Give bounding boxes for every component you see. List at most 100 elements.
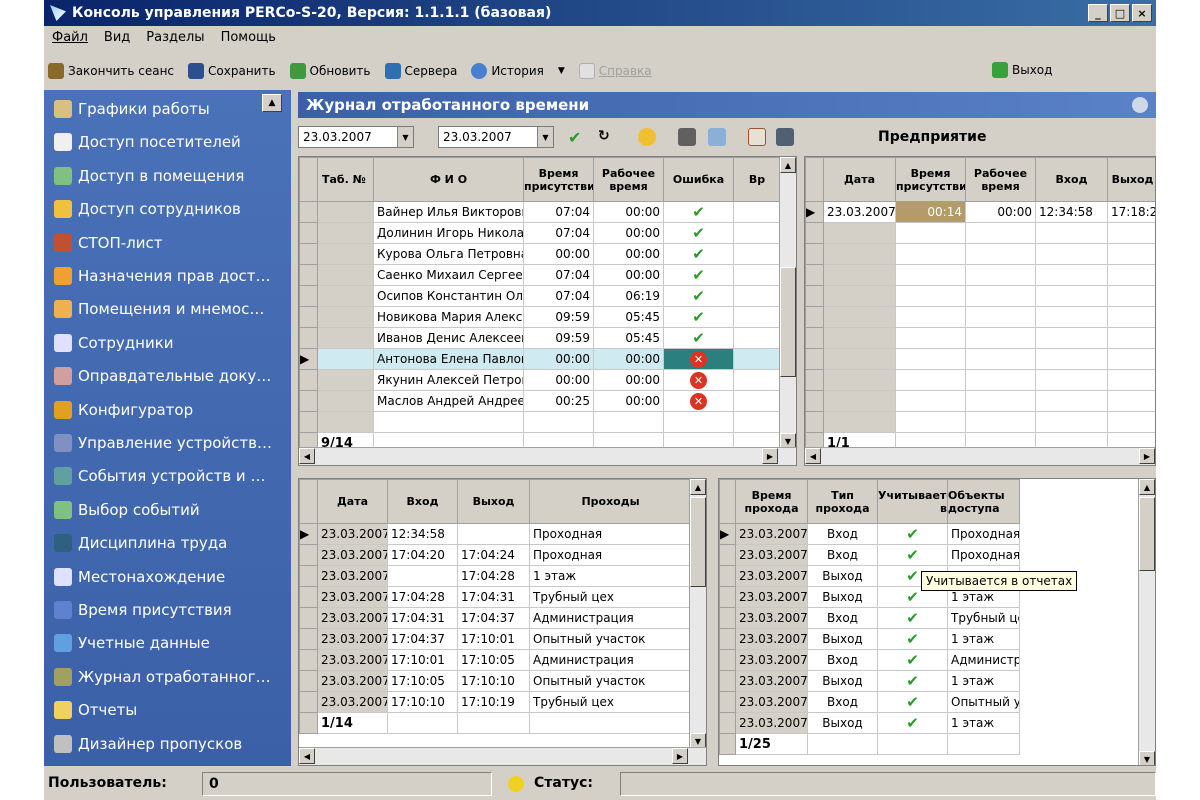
- table-row[interactable]: 23.03.2007Вход ✔ Опытный участок: [719, 691, 1020, 713]
- table-row[interactable]: Иванов Денис Алексеевич09:5905:45 ✔: [299, 327, 781, 349]
- menu-sections[interactable]: Разделы: [146, 30, 204, 45]
- table-row[interactable]: Саенко Михаил Сергеевич07:0400:00 ✔: [299, 264, 781, 286]
- sidebar-collapse-button[interactable]: ▲: [262, 94, 282, 112]
- table-row[interactable]: Долинин Игорь Николаевич07:0400:00 ✔: [299, 222, 781, 244]
- menu-file[interactable]: Файл: [52, 30, 88, 45]
- table-row[interactable]: 23.03.2007 Вход ✔ Проходная: [719, 544, 1020, 566]
- sidebar-item-7[interactable]: Помещения и мнемос…: [54, 296, 264, 322]
- column-header-pass-time[interactable]: Время прохода: [735, 479, 808, 524]
- refresh-button[interactable]: Обновить: [289, 63, 371, 79]
- sidebar-item-10[interactable]: Конфигуратор: [54, 397, 193, 423]
- toolbar-more-dropdown[interactable]: ▼: [558, 66, 565, 76]
- column-header-work-time[interactable]: Рабочее время: [593, 157, 664, 202]
- days-horizontal-scrollbar[interactable]: ◀ ▶: [805, 447, 1155, 465]
- table-row[interactable]: Маслов Андрей Андреевич00:2500:00 ✕: [299, 390, 781, 412]
- help-button[interactable]: Справка: [578, 63, 652, 79]
- export-icon[interactable]: [708, 128, 726, 146]
- column-header-passages[interactable]: Проходы: [529, 479, 692, 524]
- table-row[interactable]: 23.03.2007 17:04:28 17:04:31 Трубный цех: [299, 586, 692, 608]
- table-row[interactable]: 23.03.2007Вход ✔ Администрация: [719, 649, 1020, 671]
- sidebar-item-17[interactable]: Учетные данные: [54, 630, 210, 656]
- column-header-access-objects[interactable]: Объекты доступа: [947, 479, 1020, 524]
- table-row[interactable]: 23.03.2007 17:10:01 17:10:05 Администрация: [299, 649, 692, 671]
- recalculate-icon[interactable]: ↻: [598, 128, 616, 146]
- close-button[interactable]: ×: [1132, 4, 1152, 22]
- date-to-picker[interactable]: 23.03.2007 ▼: [438, 126, 554, 148]
- sidebar-item-14[interactable]: Дисциплина труда: [54, 530, 227, 556]
- panel-pin-icon[interactable]: [1132, 97, 1148, 113]
- column-header-work-time[interactable]: Рабочее время: [965, 157, 1036, 202]
- table-row[interactable]: 23.03.2007 Выход ✔ 1 этаж: [719, 670, 1020, 692]
- table-row[interactable]: ▶ 23.03.2007 00:14 00:00 12:34:58 17:18:2: [805, 201, 1155, 223]
- sidebar-item-11[interactable]: Управление устройств…: [54, 430, 272, 456]
- sidebar-item-16[interactable]: Время присутствия: [54, 597, 232, 623]
- table-row[interactable]: Вайнер Илья Викторович 07:04 00:00 ✔: [299, 201, 781, 223]
- table-row[interactable]: ▶ 23.03.2007 12:34:58 Проходная: [299, 523, 692, 545]
- minimize-button[interactable]: _: [1088, 4, 1108, 22]
- table-row[interactable]: ▶Антонова Елена Павловна00:0000:00✕: [299, 348, 781, 370]
- intervals-vertical-scrollbar[interactable]: ▲ ▼: [689, 479, 706, 749]
- column-header-presence[interactable]: Время присутствия: [895, 157, 966, 202]
- enterprise-label[interactable]: Предприятие: [878, 129, 986, 145]
- table-row[interactable]: Якунин Алексей Петрович00:0000:00✕: [299, 369, 781, 391]
- servers-button[interactable]: Сервера: [384, 63, 457, 79]
- table-row[interactable]: Курова Ольга Петровна 00:00 00:00 ✔: [299, 243, 781, 265]
- column-header-time[interactable]: Вр: [733, 157, 781, 202]
- column-header-fio[interactable]: Ф И О: [373, 157, 524, 202]
- sidebar-item-20[interactable]: Дизайнер пропусков: [54, 731, 242, 757]
- column-header-date[interactable]: Дата: [317, 479, 388, 524]
- column-header-pass-type[interactable]: Тип прохода: [807, 479, 878, 524]
- passes-vertical-scrollbar[interactable]: ▲ ▼: [1138, 479, 1155, 765]
- history-button[interactable]: История: [471, 63, 544, 79]
- sidebar-item-9[interactable]: Оправдательные доку…: [54, 363, 271, 389]
- column-header-tab-no[interactable]: Таб. №: [317, 157, 374, 202]
- table-row[interactable]: 23.03.2007 17:04:37 17:10:01 Опытный участо…: [299, 628, 692, 650]
- document-icon[interactable]: [748, 128, 766, 146]
- menu-help[interactable]: Помощь: [221, 30, 276, 45]
- table-row[interactable]: ▶ 23.03.2007 Вход ✔ Проходная: [719, 523, 1020, 545]
- table-row[interactable]: 23.03.2007 17:10:10 17:10:19 Трубный цех: [299, 691, 692, 713]
- save-button[interactable]: Сохранить: [188, 63, 276, 79]
- menu-view[interactable]: Вид: [104, 30, 130, 45]
- sidebar-item-8[interactable]: Сотрудники: [54, 330, 174, 356]
- sidebar-item-3[interactable]: Доступ в помещения: [54, 163, 244, 189]
- employees-horizontal-scrollbar[interactable]: ◀ ▶: [299, 447, 796, 465]
- filter-settings-icon[interactable]: [776, 128, 794, 146]
- column-header-error[interactable]: Ошибка: [663, 157, 734, 202]
- apply-check-icon[interactable]: ✔: [568, 128, 586, 147]
- column-header-counted-in[interactable]: Учитывается в: [877, 479, 948, 524]
- maximize-button[interactable]: □: [1110, 4, 1130, 22]
- sidebar-item-15[interactable]: Местонахождение: [54, 564, 225, 590]
- exit-button[interactable]: Выход: [992, 62, 1052, 78]
- sidebar-item-19[interactable]: Отчеты: [54, 697, 137, 723]
- table-row[interactable]: 23.03.2007 Выход ✔ 1 этаж: [719, 712, 1020, 734]
- table-row[interactable]: Новикова Мария Алексеевна09:5905:45 ✔: [299, 306, 781, 328]
- sidebar-item-13[interactable]: Выбор событий: [54, 497, 200, 523]
- sidebar-item-4[interactable]: Доступ сотрудников: [54, 196, 241, 222]
- column-header-out[interactable]: Выход: [1107, 157, 1155, 202]
- table-row[interactable]: Осипов Константин Олегович07:0406:19 ✔: [299, 285, 781, 307]
- end-session-button[interactable]: Закончить сеанс: [48, 63, 174, 79]
- table-row[interactable]: 23.03.2007 17:04:28 1 этаж: [299, 565, 692, 587]
- intervals-horizontal-scrollbar[interactable]: ◀ ▶: [299, 747, 706, 765]
- column-header-presence[interactable]: Время присутствия: [523, 157, 594, 202]
- date-from-picker[interactable]: 23.03.2007 ▼: [298, 126, 414, 148]
- sidebar-item-2[interactable]: Доступ посетителей: [54, 129, 241, 155]
- sidebar-item-18[interactable]: Журнал отработанног…: [54, 664, 271, 690]
- sidebar-item-5[interactable]: СТОП-лист: [54, 230, 162, 256]
- sidebar-item-1[interactable]: Графики работы: [54, 96, 210, 122]
- column-header-out[interactable]: Выход: [457, 479, 530, 524]
- sidebar-item-12[interactable]: События устройств и …: [54, 463, 265, 489]
- table-row[interactable]: 23.03.2007 Выход ✔ 1 этаж: [719, 628, 1020, 650]
- column-header-date[interactable]: Дата: [823, 157, 896, 202]
- table-row[interactable]: 23.03.2007 17:04:31 17:04:37 Администрация: [299, 607, 692, 629]
- print-icon[interactable]: [678, 128, 696, 146]
- column-header-in[interactable]: Вход: [1035, 157, 1108, 202]
- clock-icon[interactable]: [638, 128, 656, 146]
- table-row[interactable]: 23.03.2007 17:10:05 17:10:10 Опытный участо…: [299, 670, 692, 692]
- employees-vertical-scrollbar[interactable]: ▲ ▼: [779, 157, 796, 449]
- table-row[interactable]: 23.03.2007 17:04:20 17:04:24 Проходная: [299, 544, 692, 566]
- sidebar-item-6[interactable]: Назначения прав дост…: [54, 263, 271, 289]
- column-header-in[interactable]: Вход: [387, 479, 458, 524]
- table-row[interactable]: 23.03.2007Вход ✔ Трубный цех: [719, 607, 1020, 629]
